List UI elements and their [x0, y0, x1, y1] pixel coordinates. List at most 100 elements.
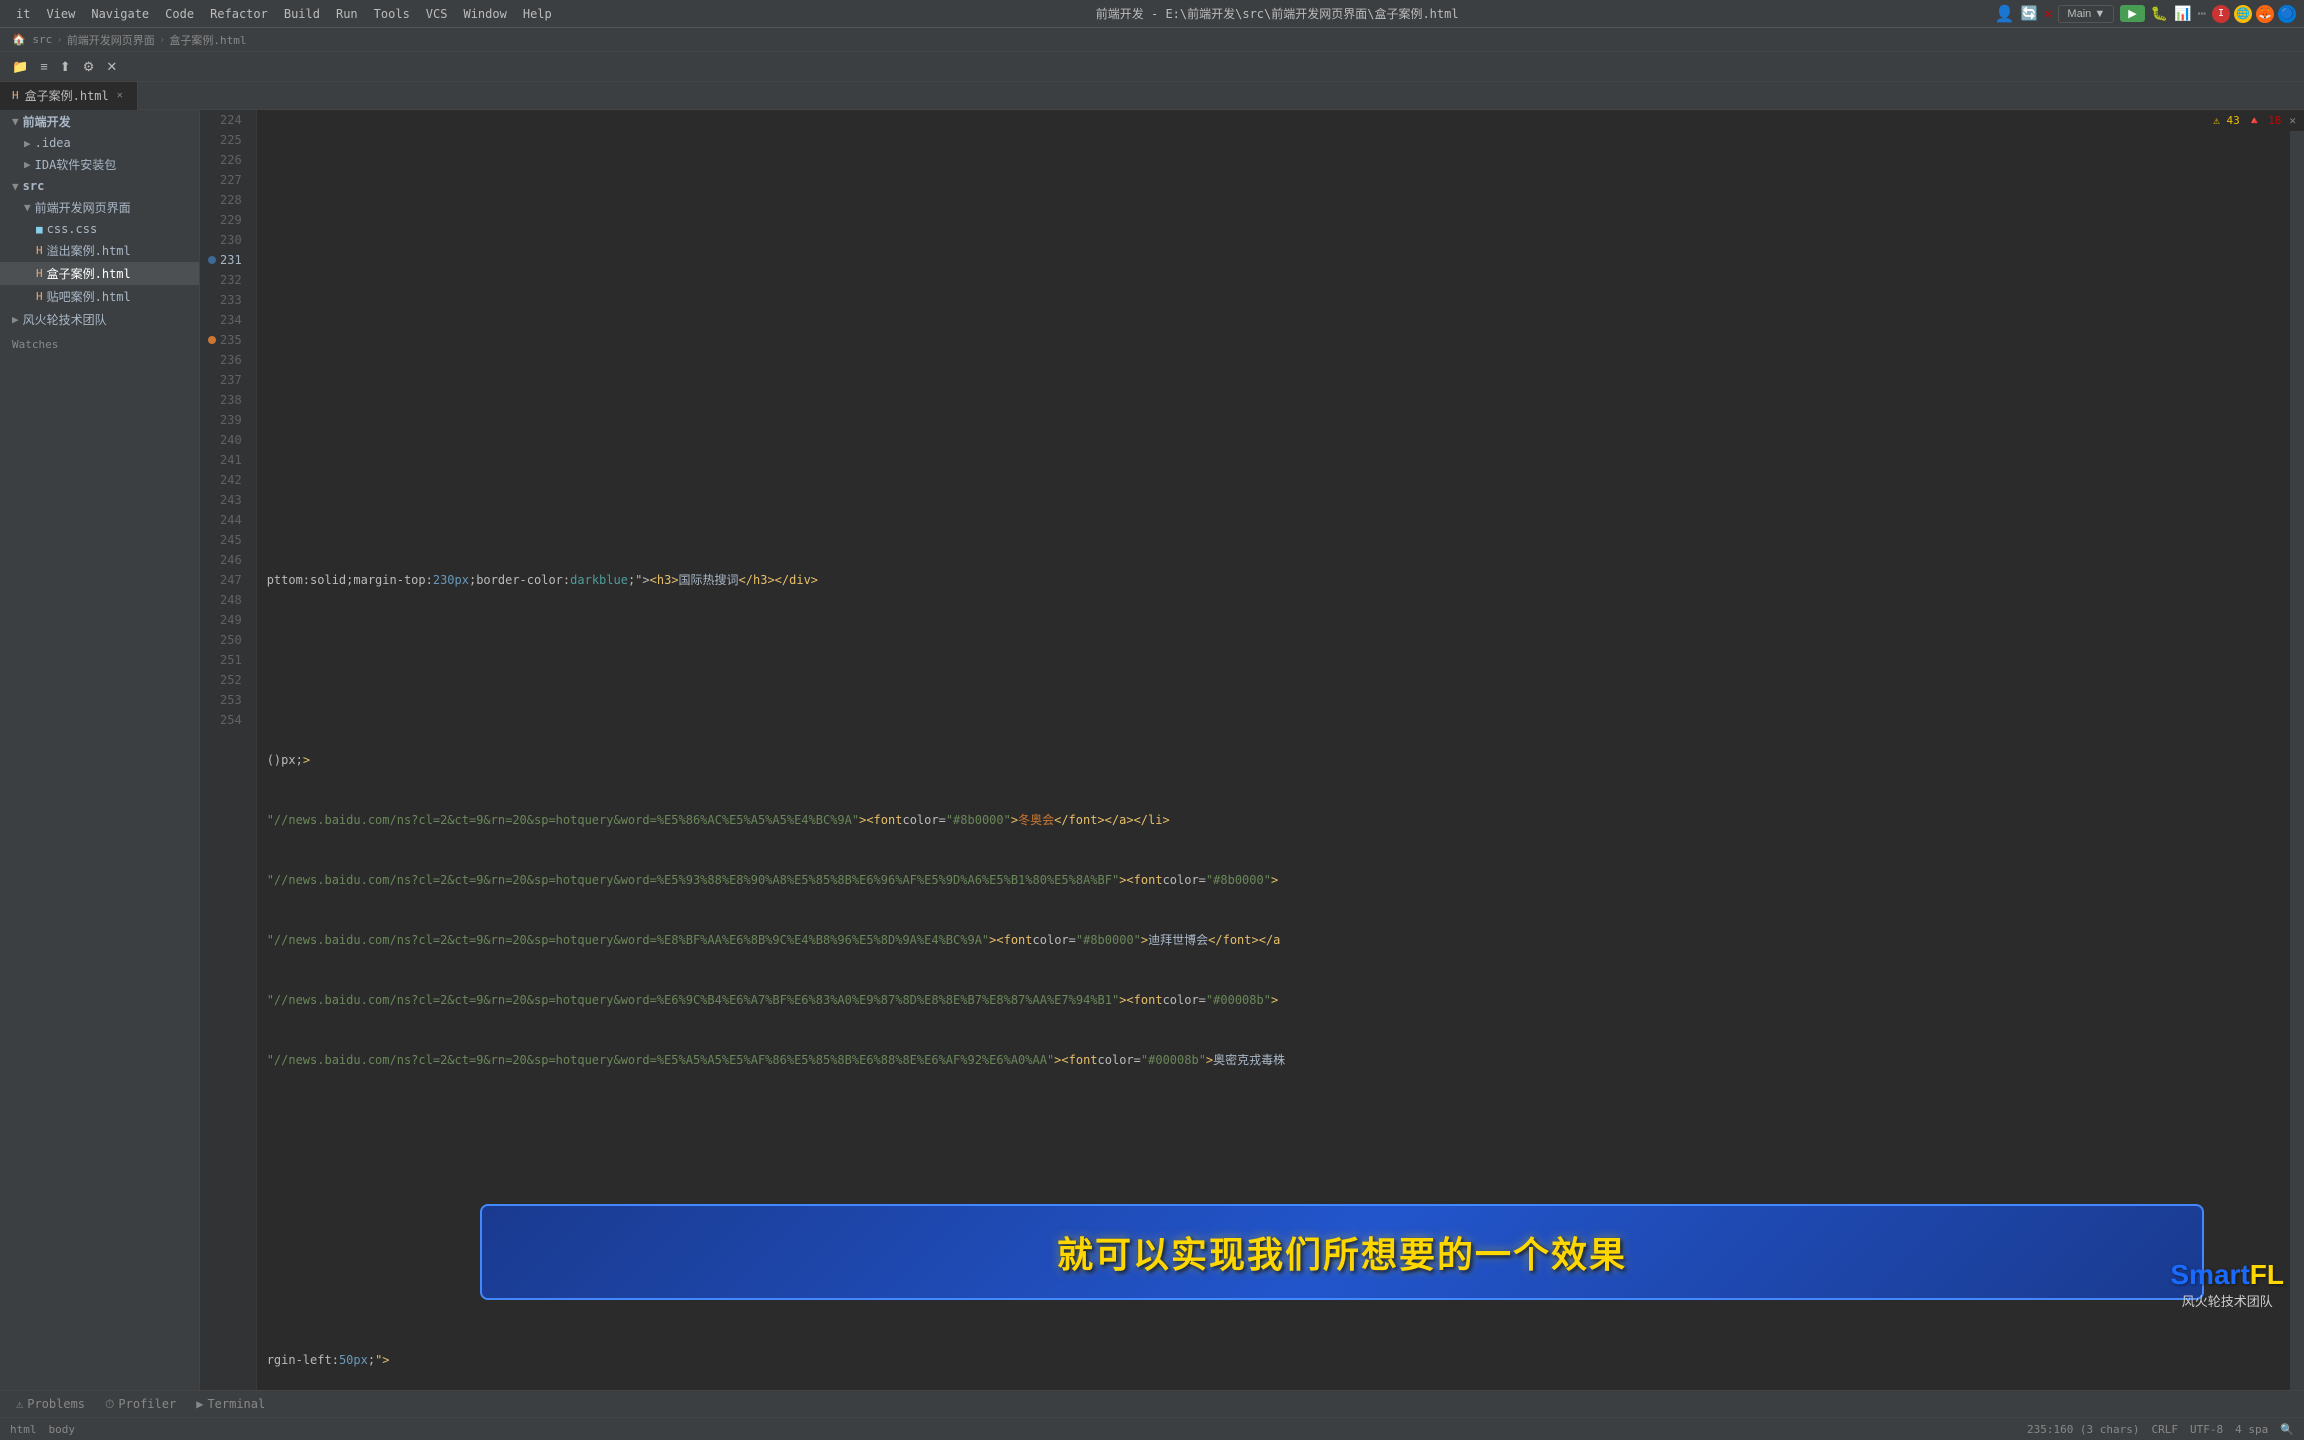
watches-label: Watches	[12, 338, 58, 351]
sidebar-item-ida[interactable]: ▶ IDA软件安装包	[0, 153, 199, 176]
code-darkblue-231: darkblue	[570, 570, 628, 590]
code-attr-238: color=	[1163, 990, 1206, 1010]
code-tag-231: <h3>	[650, 570, 679, 590]
menu-item-refactor[interactable]: Refactor	[202, 5, 276, 23]
search-icon[interactable]: 🔍	[2280, 1423, 2294, 1436]
user-icon[interactable]: 👤	[1995, 4, 2015, 23]
sidebar-item-team[interactable]: ▶ 风火轮技术团队	[0, 308, 199, 331]
folder-icon-root: ▼	[12, 115, 19, 128]
line-250: 250	[208, 630, 248, 650]
code-text-231b: 国际热搜词	[679, 570, 739, 590]
line-242: 242	[208, 470, 248, 490]
sidebar-item-src[interactable]: ▼ src	[0, 176, 199, 196]
logo-smartfl: SmartFL	[2170, 1259, 2284, 1291]
bookmark-231	[208, 256, 216, 264]
line-247: 247	[208, 570, 248, 590]
intellij-icon[interactable]: I	[2212, 5, 2230, 23]
code-text-235: 冬奥会	[1018, 810, 1054, 830]
sidebar-item-tieba[interactable]: H 贴吧案例.html	[0, 285, 199, 308]
edge-icon[interactable]: 🔵	[2278, 5, 2296, 23]
code-line-231: pttom:solid;margin-top:230px;border-colo…	[267, 570, 2280, 590]
hierarchy-button[interactable]: ⬆	[56, 57, 75, 77]
sidebar-item-overflow[interactable]: H 溢出案例.html	[0, 239, 199, 262]
terminal-label: Terminal	[207, 1397, 265, 1411]
line-253: 253	[208, 690, 248, 710]
editor-area[interactable]: 224 225 226 227 228 229 230 231 232 233	[200, 110, 2304, 1390]
code-url-237: "//news.baidu.com/ns?cl=2&ct=9&rn=20&sp=…	[267, 930, 989, 950]
branch-selector[interactable]: Main ▼	[2058, 5, 2114, 23]
menu-item-it[interactable]: it	[8, 5, 38, 23]
tab-profiler[interactable]: ⏱ Profiler	[97, 1395, 184, 1414]
overlay-container: 就可以实现我们所想要的一个效果	[480, 1204, 2204, 1300]
tab-main-file[interactable]: H 盒子案例.html ✕	[0, 82, 138, 110]
code-num-231: 230px	[433, 570, 469, 590]
code-attr-231b: ;border-color:	[469, 570, 570, 590]
sidebar-label-root: 前端开发	[23, 113, 71, 130]
editor-pane[interactable]: 224 225 226 227 228 229 230 231 232 233	[200, 110, 2304, 1390]
code-url-238: "//news.baidu.com/ns?cl=2&ct=9&rn=20&sp=…	[267, 990, 1120, 1010]
structure-button[interactable]: ≡	[36, 57, 52, 76]
sidebar-item-webpages[interactable]: ▼ 前端开发网页界面	[0, 196, 199, 219]
menu-item-view[interactable]: View	[38, 5, 83, 23]
line-230: 230	[208, 230, 248, 250]
menu-item-build[interactable]: Build	[276, 5, 328, 23]
breadcrumb-folder[interactable]: 前端开发网页界面	[67, 32, 155, 48]
code-line-240	[267, 1110, 2280, 1130]
menu-item-vcs[interactable]: VCS	[418, 5, 456, 23]
menu-item-help[interactable]: Help	[515, 5, 560, 23]
line-233: 233	[208, 290, 248, 310]
tab-problems[interactable]: ⚠ Problems	[8, 1395, 93, 1413]
code-tag-239: ><font	[1054, 1050, 1097, 1070]
line-235: 235	[208, 330, 248, 350]
more-icon[interactable]: ⋯	[2198, 6, 2206, 22]
breadcrumb-home[interactable]: 🏠 src	[12, 33, 52, 46]
line-226: 226	[208, 150, 248, 170]
code-line-233	[267, 690, 2280, 710]
editor-wrapper: ⚠ 43 🔺 18 ✕ 224 225 226 227 228 229 230	[200, 110, 2304, 1390]
code-line-225	[267, 210, 2280, 230]
sidebar-item-css[interactable]: ■ css.css	[0, 219, 199, 239]
sidebar-item-root[interactable]: ▼ 前端开发	[0, 110, 199, 133]
code-line-237: "//news.baidu.com/ns?cl=2&ct=9&rn=20&sp=…	[267, 930, 2280, 950]
code-tag-234: >	[303, 750, 310, 770]
code-line-239: "//news.baidu.com/ns?cl=2&ct=9&rn=20&sp=…	[267, 1050, 2280, 1070]
settings-button[interactable]: ⚙	[79, 57, 99, 77]
menu-item-window[interactable]: Window	[455, 5, 514, 23]
code-tag-238: ><font	[1119, 990, 1162, 1010]
tab-close-button[interactable]: ✕	[115, 89, 125, 102]
bookmark-235	[208, 336, 216, 344]
close-plugin-icon[interactable]: ✕	[2044, 6, 2052, 22]
sidebar-item-box[interactable]: H 盒子案例.html	[0, 262, 199, 285]
code-line-230	[267, 510, 2280, 530]
code-text-237: 迪拜世博会	[1148, 930, 1208, 950]
coverage-icon[interactable]: 📊	[2174, 6, 2191, 22]
sidebar-label-box: 盒子案例.html	[47, 265, 131, 282]
code-attr-239: color=	[1098, 1050, 1141, 1070]
breadcrumb-file[interactable]: 盒子案例.html	[169, 32, 246, 48]
firefox-icon[interactable]: 🦊	[2256, 5, 2274, 23]
code-text-234: ()px;	[267, 750, 303, 770]
sidebar-item-idea[interactable]: ▶ .idea	[0, 133, 199, 153]
project-view-button[interactable]: 📁	[8, 57, 32, 77]
overlay-text-banner: 就可以实现我们所想要的一个效果	[480, 1204, 2204, 1300]
code-line-229	[267, 450, 2280, 470]
close-panel-button[interactable]: ✕	[102, 57, 121, 77]
code-url-235: "//news.baidu.com/ns?cl=2&ct=9&rn=20&sp=…	[267, 810, 859, 830]
menu-item-code[interactable]: Code	[157, 5, 202, 23]
menu-item-run[interactable]: Run	[328, 5, 366, 23]
debug-icon[interactable]: 🐛	[2151, 6, 2168, 22]
menu-item-navigate[interactable]: Navigate	[83, 5, 157, 23]
profiler-icon: ⏱	[105, 1397, 114, 1412]
sync-icon[interactable]: 🔄	[2021, 6, 2038, 22]
sidebar-label-src: src	[23, 179, 45, 193]
code-line-236: "//news.baidu.com/ns?cl=2&ct=9&rn=20&sp=…	[267, 870, 2280, 890]
chrome-icon[interactable]: 🌐	[2234, 5, 2252, 23]
error-count: 🔺 18	[2248, 114, 2282, 127]
code-content[interactable]: pttom:solid;margin-top:230px;border-colo…	[257, 110, 2290, 1390]
tab-terminal[interactable]: ▶ Terminal	[188, 1395, 273, 1413]
run-button[interactable]: ▶	[2120, 5, 2144, 22]
menu-item-tools[interactable]: Tools	[366, 5, 418, 23]
close-warnings[interactable]: ✕	[2289, 114, 2296, 127]
sidebar-item-watches[interactable]: Watches	[0, 335, 199, 354]
folder-icon-team: ▶	[12, 313, 19, 326]
